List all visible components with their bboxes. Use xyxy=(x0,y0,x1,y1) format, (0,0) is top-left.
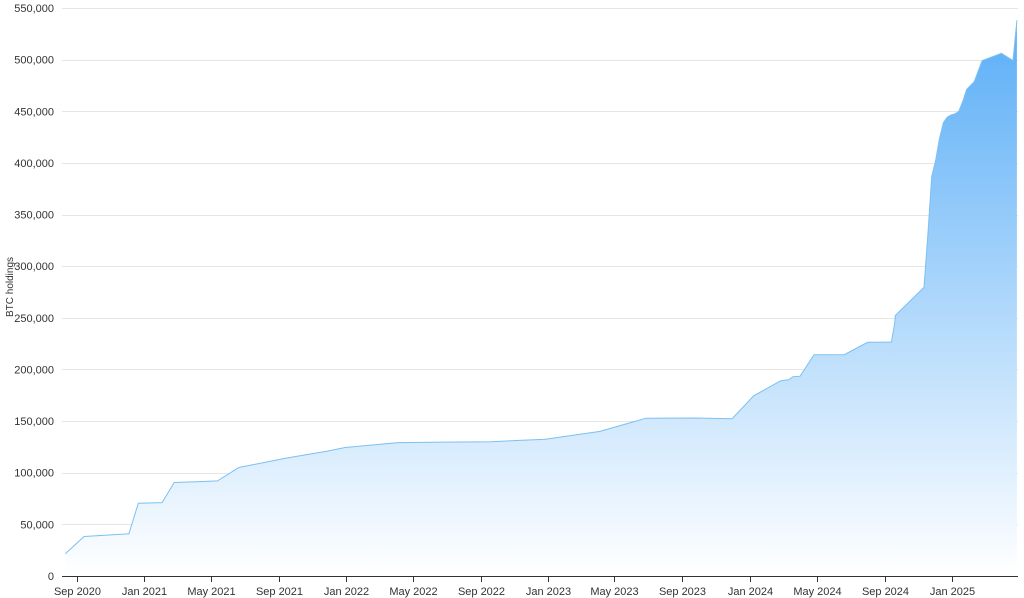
y-tick-label: 200,000 xyxy=(14,364,54,376)
x-tick-label: Jan 2025 xyxy=(930,586,975,598)
x-tick-label: Jan 2022 xyxy=(324,586,369,598)
area-layer xyxy=(64,20,1018,576)
y-tick-label: 150,000 xyxy=(14,416,54,428)
y-tick-label: 450,000 xyxy=(14,106,54,118)
y-tick-label: 50,000 xyxy=(20,519,54,531)
x-tick-label: Jan 2023 xyxy=(526,586,571,598)
y-tick-label: 550,000 xyxy=(14,3,54,15)
x-tick-label: May 2022 xyxy=(389,586,437,598)
y-tick-label: 0 xyxy=(48,571,54,583)
y-tick-label: 100,000 xyxy=(14,468,54,480)
x-tick-label: May 2021 xyxy=(187,586,235,598)
x-tick-label: Sep 2024 xyxy=(862,586,909,598)
y-tick-label: 400,000 xyxy=(14,158,54,170)
x-tick-label: Jan 2024 xyxy=(728,586,773,598)
holdings-area xyxy=(65,20,1017,576)
y-tick-label: 350,000 xyxy=(14,210,54,222)
chart-canvas: 0 50,000 100,000 150,000 200,000 250,000 300,0… xyxy=(5,3,1018,598)
btc-holdings-chart: 0 50,000 100,000 150,000 200,000 250,000 300,0… xyxy=(0,0,1024,598)
x-tick-label: May 2024 xyxy=(793,586,841,598)
y-tick-label: 500,000 xyxy=(14,55,54,67)
x-tick-label: May 2023 xyxy=(590,586,638,598)
y-axis-title: BTC holdings xyxy=(5,257,16,317)
x-tick-label: Sep 2021 xyxy=(256,586,303,598)
x-tick-label: Sep 2022 xyxy=(458,586,505,598)
y-tick-label: 300,000 xyxy=(14,261,54,273)
x-tick-label: Jan 2021 xyxy=(122,586,167,598)
x-tick-label: Sep 2020 xyxy=(54,586,101,598)
axes xyxy=(62,576,1018,582)
x-tick-label: Sep 2023 xyxy=(659,586,706,598)
y-tick-label: 250,000 xyxy=(14,313,54,325)
